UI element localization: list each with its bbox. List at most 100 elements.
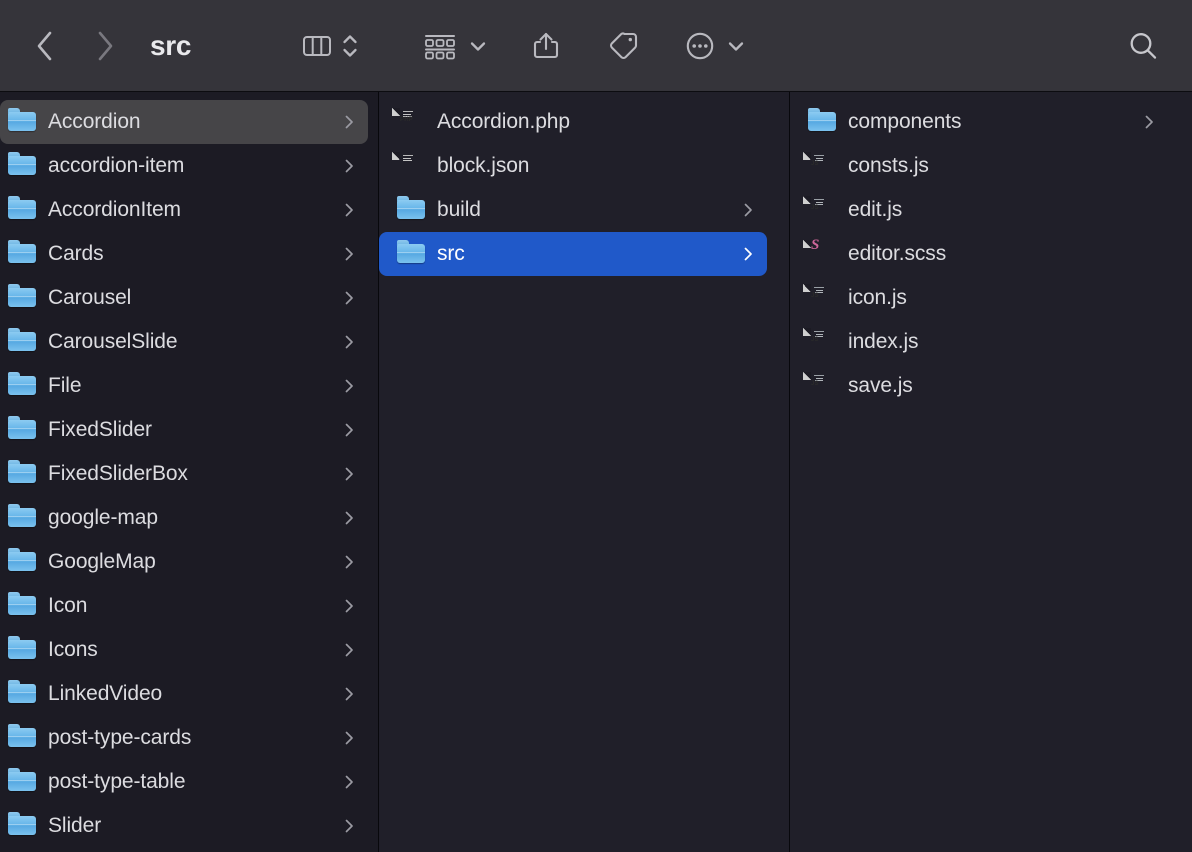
sass-file-icon: S (803, 238, 836, 268)
group-grid-icon (425, 34, 456, 59)
folder-row[interactable]: FixedSlider (0, 408, 368, 452)
group-controls (421, 31, 489, 61)
folder-row[interactable]: Carousel (0, 276, 368, 320)
chevron-right-icon (345, 159, 353, 173)
folder-row[interactable]: google-map (0, 496, 368, 540)
window-title: src (150, 29, 192, 61)
finder-column-2[interactable]: PHP Accordion.php block.json build src (379, 92, 790, 852)
folder-row[interactable]: post-type-cards (0, 716, 368, 760)
js-file-icon: JS (803, 284, 836, 312)
folder-row[interactable]: Icons (0, 628, 368, 672)
folder-icon (397, 240, 425, 268)
folder-icon (8, 108, 36, 136)
item-label: consts.js (848, 154, 929, 177)
search-button[interactable] (1126, 29, 1160, 63)
finder-column-3[interactable]: components JS consts.js JS edit.js Seditor.sc… (790, 92, 1190, 852)
group-menu-button[interactable] (467, 35, 489, 57)
folder-icon (8, 548, 36, 576)
group-items-button[interactable] (421, 31, 459, 61)
back-button[interactable] (30, 28, 60, 64)
chevron-right-icon (345, 379, 353, 393)
js-file-icon: JS (803, 328, 836, 356)
view-options-stepper[interactable] (341, 31, 359, 61)
folder-icon (8, 592, 36, 620)
forward-button[interactable] (90, 28, 120, 64)
item-label: Accordion.php (437, 110, 570, 133)
tag-icon (610, 31, 638, 59)
file-row[interactable]: JS index.js (790, 320, 1168, 364)
folder-row[interactable]: File (0, 364, 368, 408)
file-row[interactable]: JS save.js (790, 364, 1168, 408)
file-row[interactable]: JS edit.js (790, 188, 1168, 232)
folder-icon (8, 812, 36, 840)
folder-row[interactable]: AccordionItem (0, 188, 368, 232)
js-file-icon: JS (803, 152, 836, 180)
folder-icon (8, 416, 36, 444)
more-options-button[interactable] (683, 29, 717, 63)
item-label: icon.js (848, 286, 907, 309)
folder-row[interactable]: Slider (0, 804, 368, 848)
column-view-icon (303, 35, 332, 56)
more-menu-button[interactable] (725, 35, 747, 57)
item-label: FixedSlider (48, 418, 152, 441)
chevron-right-icon (345, 115, 353, 129)
ellipsis-circle-icon (686, 32, 714, 59)
folder-icon (8, 328, 36, 356)
folder-icon (8, 724, 36, 752)
folder-row[interactable]: Icon (0, 584, 368, 628)
folder-row[interactable]: src (379, 232, 767, 276)
item-label: Icons (48, 638, 98, 661)
finder-column-1[interactable]: Accordion accordion-item AccordionItem Card… (0, 92, 379, 852)
tag-button[interactable] (605, 29, 641, 63)
chevron-right-icon (345, 687, 353, 701)
file-row[interactable]: Seditor.scss (790, 232, 1168, 276)
item-label: GoogleMap (48, 550, 156, 573)
chevron-down-icon (471, 41, 486, 51)
chevron-down-icon (729, 41, 744, 51)
chevron-right-icon (98, 31, 113, 60)
folder-icon (8, 152, 36, 180)
file-row[interactable]: PHP Accordion.php (379, 100, 767, 144)
folder-row[interactable]: CarouselSlide (0, 320, 368, 364)
item-label: LinkedVideo (48, 682, 163, 705)
folder-row[interactable]: Cards (0, 232, 368, 276)
folder-row[interactable]: FixedSliderBox (0, 452, 368, 496)
chevron-right-icon (345, 247, 353, 261)
item-label: components (848, 110, 962, 133)
share-icon (534, 32, 559, 58)
file-row[interactable]: block.json (379, 144, 767, 188)
file-row[interactable]: JS icon.js (790, 276, 1168, 320)
item-label: google-map (48, 506, 158, 529)
js-file-icon: JS (803, 196, 836, 224)
item-label: accordion-item (48, 154, 185, 177)
js-file-icon: JS (803, 372, 836, 400)
chevron-right-icon (345, 291, 353, 305)
navigation-buttons (30, 28, 120, 64)
folder-row[interactable]: components (790, 100, 1168, 144)
item-label: Cards (48, 242, 104, 265)
folder-icon (8, 284, 36, 312)
folder-row[interactable]: LinkedVideo (0, 672, 368, 716)
folder-icon (8, 372, 36, 400)
chevron-right-icon (345, 643, 353, 657)
folder-row[interactable]: Accordion (0, 100, 368, 144)
file-row[interactable]: JS consts.js (790, 144, 1168, 188)
chevron-right-icon (345, 599, 353, 613)
folder-row[interactable]: accordion-item (0, 144, 368, 188)
share-button[interactable] (529, 29, 563, 63)
folder-icon (808, 108, 836, 136)
folder-row[interactable]: GoogleMap (0, 540, 368, 584)
folder-icon (8, 636, 36, 664)
folder-icon (8, 680, 36, 708)
folder-row[interactable]: post-type-table (0, 760, 368, 804)
chevron-right-icon (744, 203, 752, 217)
column-browser: Accordion accordion-item AccordionItem Card… (0, 92, 1192, 852)
search-icon (1130, 32, 1157, 59)
chevron-right-icon (345, 555, 353, 569)
folder-icon (8, 504, 36, 532)
chevron-right-icon (345, 423, 353, 437)
chevron-right-icon (345, 335, 353, 349)
column-view-button[interactable] (301, 32, 333, 60)
item-label: src (437, 242, 465, 265)
folder-row[interactable]: build (379, 188, 767, 232)
